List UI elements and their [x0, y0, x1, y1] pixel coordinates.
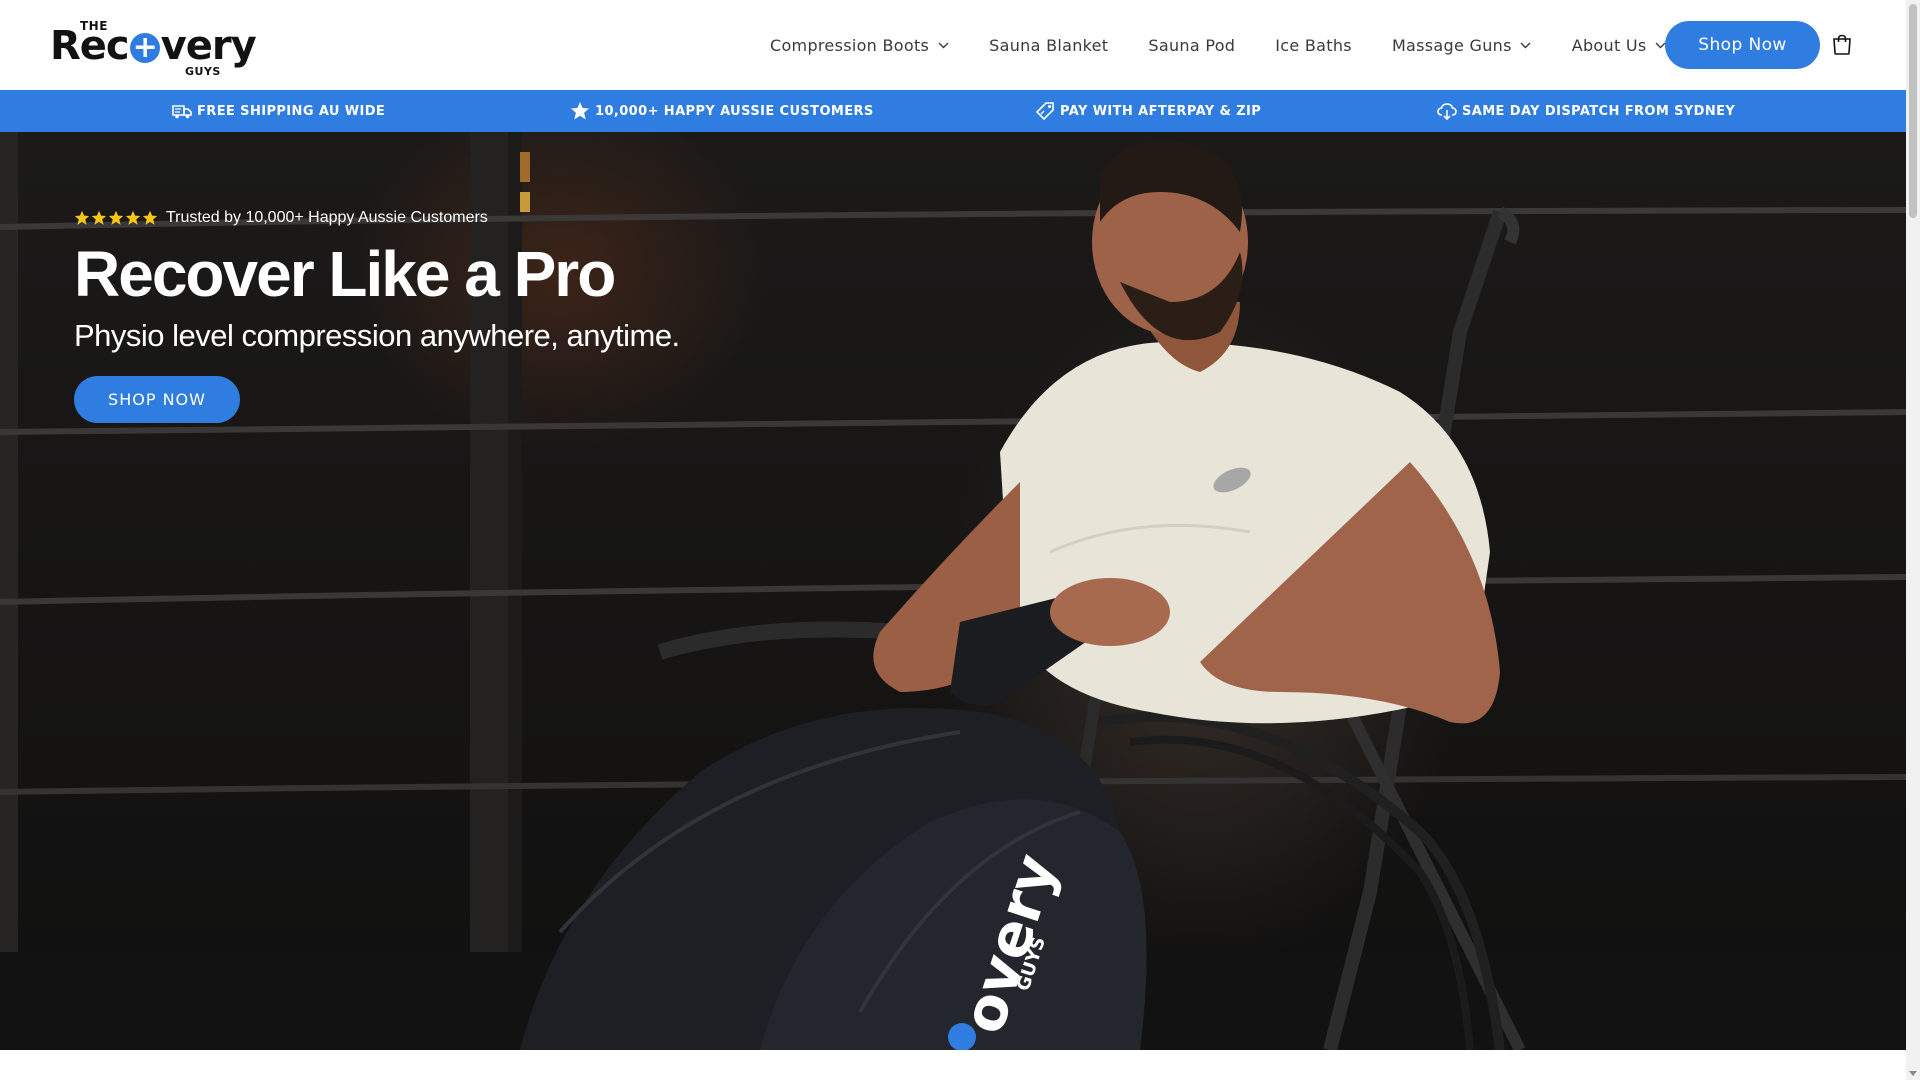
payment-tag-icon — [1035, 102, 1054, 121]
page-scrollbar[interactable] — [1906, 0, 1920, 1080]
announcement-dispatch: SAME DAY DISPATCH FROM SYDNEY — [1437, 90, 1735, 132]
star-icon — [91, 210, 107, 225]
announcement-afterpay: PAY WITH AFTERPAY & ZIP — [1035, 90, 1261, 132]
hero-shop-now-button[interactable]: SHOP NOW — [74, 376, 240, 423]
nav-item-massage-guns[interactable]: Massage Guns — [1372, 0, 1552, 90]
nav-label: Ice Baths — [1275, 35, 1352, 55]
hero-subtitle: Physio level compression anywhere, anyti… — [74, 318, 680, 353]
announcement-free-shipping: FREE SHIPPING AU WIDE — [172, 90, 385, 132]
truck-icon — [172, 105, 192, 119]
logo-word-left: Rec — [50, 23, 130, 69]
nav-label: Compression Boots — [770, 35, 930, 55]
star-icon — [108, 210, 124, 225]
star-icon — [142, 210, 158, 225]
chevron-down-icon — [1520, 39, 1532, 51]
announcement-label: FREE SHIPPING AU WIDE — [197, 103, 386, 119]
announcement-label: SAME DAY DISPATCH FROM SYDNEY — [1462, 103, 1736, 119]
announcement-label: PAY WITH AFTERPAY & ZIP — [1060, 103, 1262, 119]
nav-item-ice-baths[interactable]: Ice Baths — [1255, 0, 1372, 90]
star-icon — [125, 210, 141, 225]
site-logo[interactable]: THE Rec + very GUYS — [50, 20, 257, 77]
logo-plus-icon: + — [129, 33, 160, 63]
nav-item-compression-boots[interactable]: Compression Boots — [750, 0, 969, 90]
logo-word-right: very — [160, 23, 257, 69]
cloud-dispatch-icon — [1437, 103, 1457, 121]
announcement-label: 10,000+ HAPPY AUSSIE CUSTOMERS — [595, 103, 874, 119]
site-header: THE Rec + very GUYS Compression Boots Saun… — [0, 0, 1906, 90]
scrollbar-thumb[interactable] — [1909, 4, 1917, 218]
announcement-bar: FREE SHIPPING AU WIDE 10,000+ HAPPY AUSS… — [0, 90, 1906, 132]
nav-label: Sauna Pod — [1148, 35, 1236, 55]
hero-banner: overy GUYS Trusted by 10,000+ Happy Auss… — [0, 132, 1906, 1050]
announcement-happy-customers: 10,000+ HAPPY AUSSIE CUSTOMERS — [570, 90, 874, 132]
cart-icon[interactable] — [1828, 31, 1856, 59]
logo-wordmark: Rec + very — [50, 23, 257, 69]
nav-label: Sauna Blanket — [989, 35, 1109, 55]
star-icon — [74, 210, 90, 225]
hero-title: Recover Like a Pro — [74, 238, 616, 310]
hero-rating: Trusted by 10,000+ Happy Aussie Customer… — [74, 206, 680, 230]
nav-item-sauna-blanket[interactable]: Sauna Blanket — [969, 0, 1128, 90]
nav-label: About Us — [1571, 35, 1647, 55]
shop-now-button[interactable]: Shop Now — [1665, 21, 1820, 69]
rating-stars — [74, 210, 159, 226]
nav-item-sauna-pod[interactable]: Sauna Pod — [1128, 0, 1255, 90]
logo-guys-text: GUYS — [185, 65, 221, 78]
hero-content: Trusted by 10,000+ Happy Aussie Customer… — [74, 206, 680, 423]
main-nav: Compression Boots Sauna Blanket Sauna Po… — [750, 0, 1687, 90]
chevron-down-icon — [937, 39, 949, 51]
scroll-down-arrow-icon[interactable] — [1909, 1070, 1917, 1078]
star-icon — [571, 102, 589, 120]
nav-label: Massage Guns — [1391, 35, 1512, 55]
rating-text: Trusted by 10,000+ Happy Aussie Customer… — [166, 209, 488, 226]
